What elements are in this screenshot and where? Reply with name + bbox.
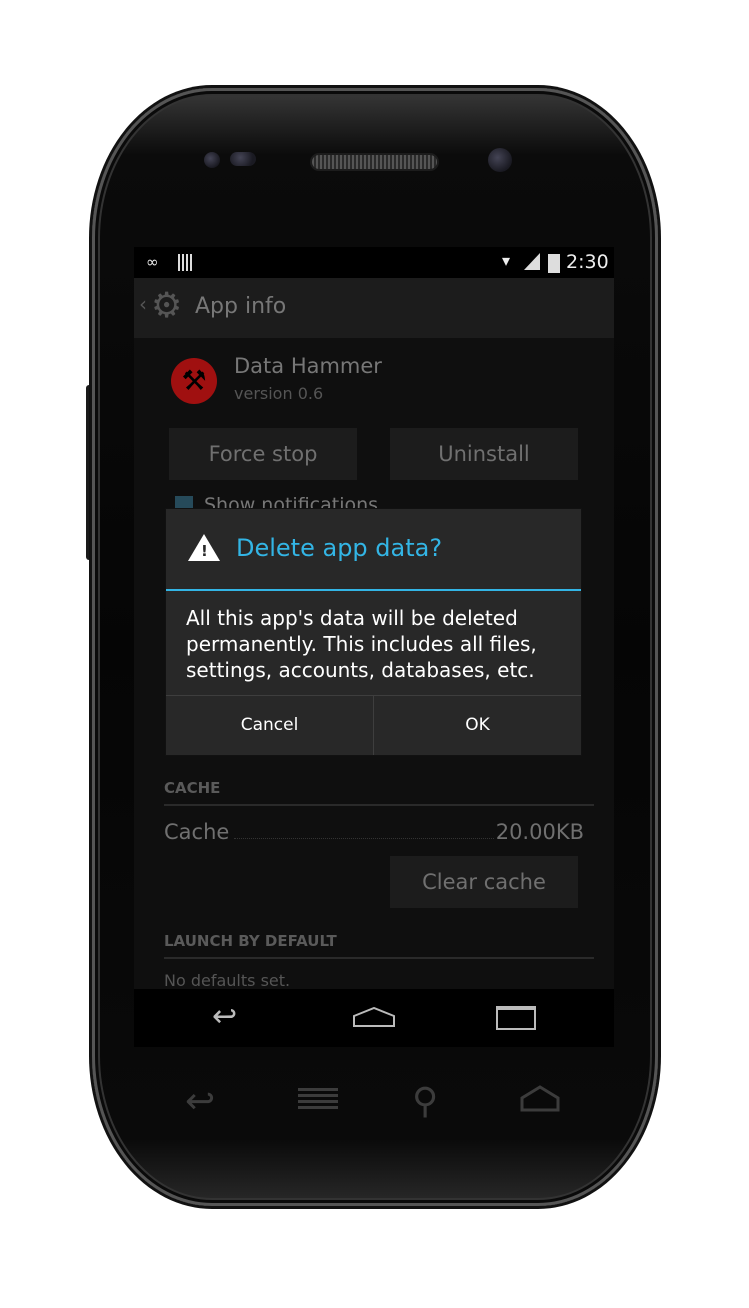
navigation-bar: ↩	[134, 989, 614, 1047]
earpiece-speaker	[312, 155, 437, 169]
app-version: version 0.6	[234, 384, 324, 403]
action-bar[interactable]: ‹ ⚙ App info	[134, 278, 614, 338]
proximity-sensor	[204, 152, 220, 168]
cancel-button[interactable]: Cancel	[166, 696, 373, 755]
clear-cache-button[interactable]: Clear cache	[390, 856, 578, 908]
hardware-menu-icon[interactable]	[298, 1088, 338, 1112]
delete-app-data-dialog: ! Delete app data? All this app's data w…	[166, 509, 581, 755]
cache-section-header: CACHE	[164, 779, 221, 797]
app-name: Data Hammer	[234, 354, 382, 378]
hammer-app-icon: ⚒	[171, 358, 217, 404]
section-divider	[164, 957, 594, 959]
nav-back-icon[interactable]: ↩	[212, 999, 237, 1035]
force-stop-button[interactable]: Force stop	[169, 428, 357, 480]
hardware-home-icon[interactable]	[518, 1084, 562, 1112]
dialog-title: Delete app data?	[236, 534, 443, 562]
hardware-back-icon[interactable]: ↩	[185, 1084, 215, 1120]
section-divider	[164, 804, 594, 806]
hardware-search-icon[interactable]: ⚲	[412, 1084, 438, 1120]
front-camera	[488, 148, 512, 172]
cache-value: 20.00KB	[495, 820, 584, 844]
status-bar: ∞ ▾ 2:30	[134, 247, 614, 278]
battery-icon	[548, 254, 560, 273]
status-time: 2:30	[566, 251, 609, 273]
cell-signal-icon	[524, 253, 540, 270]
dialog-message: All this app's data will be deleted perm…	[186, 606, 537, 682]
no-defaults-text: No defaults set.	[164, 971, 291, 990]
nav-recent-apps-icon[interactable]	[496, 1006, 536, 1030]
light-sensor	[230, 152, 256, 166]
warning-icon-mark: !	[201, 542, 208, 560]
cache-label: Cache	[164, 820, 230, 844]
launch-section-header: LAUNCH BY DEFAULT	[164, 932, 337, 950]
uninstall-button[interactable]: Uninstall	[390, 428, 578, 480]
page-title: App info	[195, 294, 287, 319]
nav-home-icon[interactable]	[352, 1007, 396, 1027]
cache-leader	[234, 838, 494, 839]
ok-button[interactable]: OK	[374, 696, 581, 755]
wifi-icon: ▾	[502, 251, 511, 270]
voicemail-icon: ∞	[146, 253, 159, 271]
dialog-title-divider	[166, 589, 581, 591]
notification-icon	[178, 254, 192, 271]
up-caret-icon[interactable]: ‹	[139, 292, 147, 316]
settings-gear-icon[interactable]: ⚙	[151, 286, 182, 326]
